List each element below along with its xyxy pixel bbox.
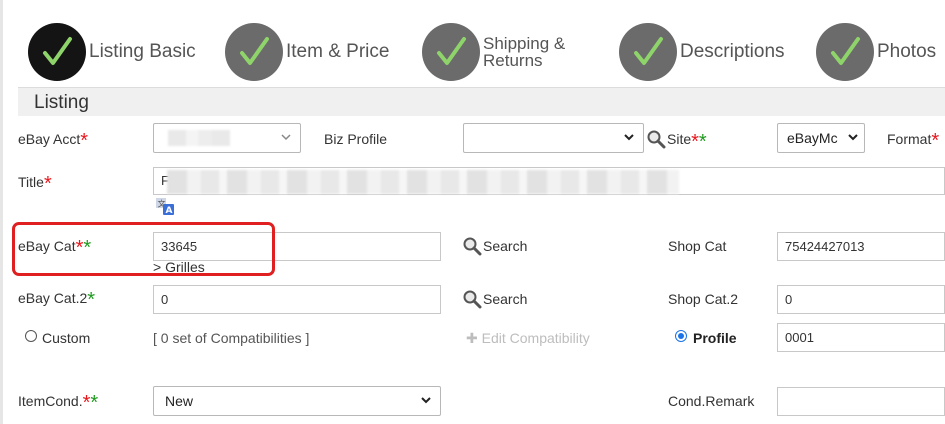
shop-cat-label: Shop Cat (668, 238, 727, 254)
ebay-cat2-label-text: eBay Cat.2 (18, 290, 88, 306)
step-descriptions[interactable]: Descriptions (619, 21, 785, 83)
cond-remark-input[interactable] (777, 387, 945, 416)
profile-value: 0001 (785, 330, 814, 345)
section-header: Listing (18, 87, 945, 116)
edit-compatibility-button[interactable]: ✚ Edit Compatibility (466, 330, 590, 347)
shop-cat2-input[interactable]: 0 (777, 285, 945, 314)
compat-summary: [ 0 set of Compatibilities ] (153, 330, 310, 346)
custom-radio[interactable] (25, 330, 37, 342)
highlight-box (12, 222, 275, 276)
check-icon (225, 23, 283, 81)
magnifier-icon (463, 237, 482, 256)
required-star: * (43, 173, 52, 195)
chevron-down-icon (420, 393, 432, 410)
chevron-down-icon (847, 130, 859, 147)
step-label: Listing Basic (89, 41, 196, 62)
item-cond-select[interactable]: New (153, 386, 441, 416)
biz-profile-label: Biz Profile (324, 131, 388, 147)
step-shipping-returns[interactable]: Shipping & Returns (422, 21, 565, 83)
item-cond-label-text: ItemCond. (18, 393, 83, 409)
left-rail (0, 0, 3, 424)
required-star: * (691, 131, 699, 153)
title-label: Title* (18, 174, 52, 194)
site-select[interactable]: eBayMc (777, 123, 865, 153)
ebay-acct-select[interactable] (153, 123, 301, 153)
ebay-acct-label: eBay Acct* (18, 131, 88, 151)
step-photos[interactable]: Photos (816, 21, 936, 83)
shop-cat-value: 75424427013 (785, 239, 865, 254)
magnifier-icon (647, 130, 666, 149)
step-label: Item & Price (286, 41, 390, 62)
ebay-cat2-value: 0 (161, 292, 169, 307)
ebay-cat2-search-button[interactable]: Search (462, 289, 527, 309)
profile-label: Profile (693, 330, 737, 346)
chevron-down-icon (623, 130, 635, 147)
step-label: Descriptions (680, 41, 785, 62)
edit-compatibility-label: Edit Compatibility (481, 330, 590, 346)
item-cond-value: New (165, 393, 194, 409)
format-label: Format* (887, 131, 939, 151)
required-star: * (931, 130, 940, 152)
title-label-text: Title (18, 174, 44, 190)
biz-profile-select[interactable] (463, 123, 644, 153)
plus-icon: ✚ (466, 330, 478, 346)
magnifier-icon (463, 290, 482, 309)
redacted-account (168, 130, 230, 146)
profile-radio[interactable] (675, 330, 687, 342)
step-label-line1: Shipping & (483, 34, 566, 53)
required-star-green: * (698, 131, 707, 153)
section-title: Listing (34, 92, 89, 113)
redacted-title (167, 170, 679, 194)
custom-label: Custom (42, 330, 91, 346)
ebay-cat-search-button[interactable]: Search (462, 236, 527, 256)
translate-icon[interactable]: 文 A (156, 198, 175, 216)
ebay-acct-label-text: eBay Acct (18, 131, 81, 147)
site-value: eBayMc (787, 130, 838, 146)
check-icon (422, 23, 480, 81)
required-star-green: * (90, 392, 99, 414)
step-label: Shipping & Returns (483, 35, 565, 69)
step-label-line2: Returns (483, 51, 543, 70)
ebay-cat2-input[interactable]: 0 (153, 285, 441, 314)
cond-remark-label: Cond.Remark (668, 393, 755, 409)
check-icon (816, 23, 874, 81)
search-label: Search (483, 291, 528, 307)
step-label: Photos (877, 41, 937, 62)
profile-input[interactable]: 0001 (777, 323, 945, 352)
shop-cat2-label: Shop Cat.2 (668, 291, 739, 307)
check-icon (28, 23, 86, 81)
ebay-cat2-label: eBay Cat.2* (18, 290, 95, 310)
step-item-price[interactable]: Item & Price (225, 21, 389, 83)
step-listing-basic[interactable]: Listing Basic (28, 21, 196, 83)
chevron-down-icon (280, 130, 292, 147)
search-label: Search (483, 238, 528, 254)
format-label-text: Format (887, 131, 932, 147)
required-star: * (80, 130, 89, 152)
svg-text:A: A (166, 206, 173, 216)
shop-cat-input[interactable]: 75424427013 (777, 232, 945, 261)
check-icon (619, 23, 677, 81)
item-cond-label: ItemCond.** (18, 393, 98, 413)
shop-cat2-value: 0 (785, 292, 793, 307)
required-star-green: * (87, 289, 96, 311)
site-label: Site (667, 131, 692, 147)
site-search[interactable]: Site * * (646, 129, 707, 153)
